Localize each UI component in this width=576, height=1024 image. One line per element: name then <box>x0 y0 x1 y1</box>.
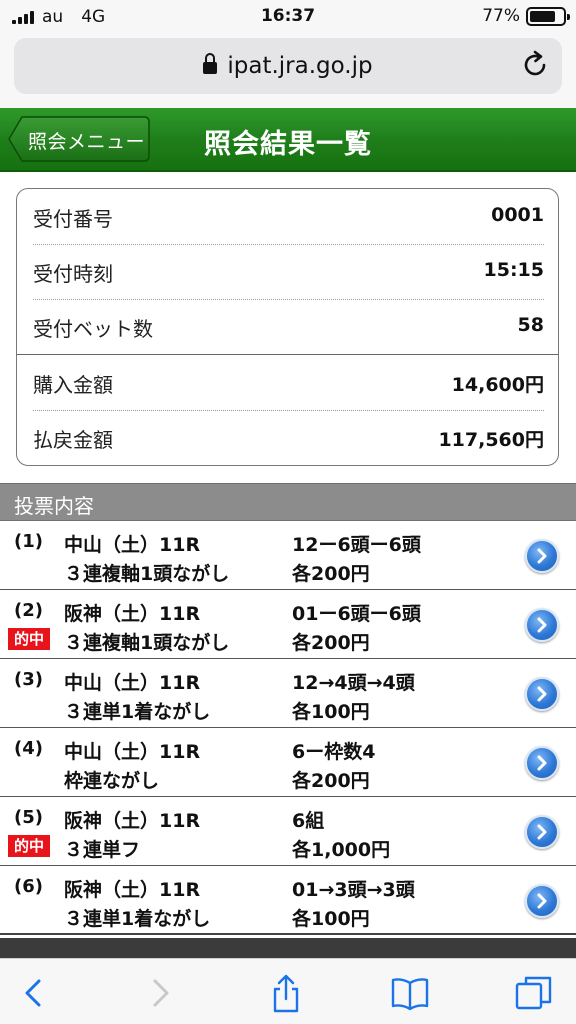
bet-combination: 6ー枠数4 <box>292 741 376 763</box>
bet-race: 阪神（土）11R <box>64 603 201 625</box>
bet-amount: 各100円 <box>292 701 370 723</box>
battery-icon <box>526 6 570 26</box>
summary-label: 受付時刻 <box>33 262 113 286</box>
reload-icon[interactable] <box>520 50 550 80</box>
bet-row[interactable]: (2) 的中 阪神（土）11R ３連複軸1頭ながし 01ー6頭ー6頭 各200円 <box>0 590 576 659</box>
bet-type: 枠連ながし <box>64 770 160 792</box>
hit-badge: 的中 <box>8 628 50 650</box>
bet-row[interactable]: (4) 中山（土）11R 枠連ながし 6ー枠数4 各200円 <box>0 728 576 797</box>
summary-card: 受付番号 0001 受付時刻 15:15 受付ベット数 58 購入金額 14,6… <box>16 188 559 466</box>
battery-percent: 77% <box>482 6 520 26</box>
bet-amount: 各200円 <box>292 770 370 792</box>
bet-list: (1) 中山（土）11R ３連複軸1頭ながし 12ー6頭ー6頭 各200円 (2… <box>0 521 576 935</box>
status-bar: au 4G 16:37 77% <box>0 0 576 34</box>
summary-row-receipt-time: 受付時刻 15:15 <box>33 244 544 298</box>
summary-value: 58 <box>517 314 544 336</box>
share-icon[interactable] <box>266 973 306 1013</box>
tabs-icon[interactable] <box>514 973 554 1013</box>
bet-row[interactable]: (6) 阪神（土）11R ３連単1着ながし 01→3頭→3頭 各100円 <box>0 866 576 935</box>
bet-race: 中山（土）11R <box>64 534 201 556</box>
footer-stripe <box>0 938 576 958</box>
bookmarks-icon[interactable] <box>390 973 430 1013</box>
bet-combination: 01ー6頭ー6頭 <box>292 603 421 625</box>
summary-label: 受付ベット数 <box>33 317 153 341</box>
bet-row[interactable]: (3) 中山（土）11R ３連単1着ながし 12→4頭→4頭 各100円 <box>0 659 576 728</box>
bet-amount: 各1,000円 <box>292 839 391 861</box>
chevron-right-icon[interactable] <box>525 884 559 918</box>
bet-row[interactable]: (1) 中山（土）11R ３連複軸1頭ながし 12ー6頭ー6頭 各200円 <box>0 521 576 590</box>
bet-number: (6) <box>14 876 43 897</box>
page-title: 照会結果一覧 <box>204 129 372 160</box>
bet-type: ３連複軸1頭ながし <box>64 632 230 654</box>
bet-number: (4) <box>14 738 43 759</box>
bet-type: ３連複軸1頭ながし <box>64 563 230 585</box>
page-header: 照会メニュー 照会結果一覧 <box>0 108 576 172</box>
url-text: ipat.jra.go.jp <box>227 53 373 79</box>
browser-toolbar <box>0 958 576 1024</box>
summary-label: 購入金額 <box>33 373 113 397</box>
back-icon[interactable] <box>14 973 54 1013</box>
address-bar[interactable]: ipat.jra.go.jp <box>14 38 562 94</box>
bet-number: (2) <box>14 600 43 621</box>
bet-race: 中山（土）11R <box>64 672 201 694</box>
summary-value: 14,600円 <box>451 374 544 396</box>
bet-amount: 各100円 <box>292 908 370 930</box>
section-title: 投票内容 <box>14 494 94 518</box>
forward-icon[interactable] <box>140 973 180 1013</box>
section-header: 投票内容 <box>0 483 576 521</box>
bet-type: ３連単フ <box>64 839 141 861</box>
summary-row-payout-amount: 払戻金額 117,560円 <box>33 410 544 464</box>
chevron-right-icon[interactable] <box>525 677 559 711</box>
bet-number: (3) <box>14 669 43 690</box>
chevron-right-icon[interactable] <box>525 815 559 849</box>
chevron-right-icon[interactable] <box>525 746 559 780</box>
bet-amount: 各200円 <box>292 632 370 654</box>
bet-number: (5) <box>14 807 43 828</box>
bet-race: 阪神（土）11R <box>64 879 201 901</box>
chevron-right-icon[interactable] <box>525 539 559 573</box>
bet-combination: 12ー6頭ー6頭 <box>292 534 421 556</box>
chevron-right-icon[interactable] <box>525 608 559 642</box>
bet-type: ３連単1着ながし <box>64 908 211 930</box>
lock-icon <box>203 53 218 74</box>
summary-value: 15:15 <box>483 259 544 281</box>
bet-number: (1) <box>14 531 43 552</box>
bet-race: 阪神（土）11R <box>64 810 201 832</box>
summary-label: 払戻金額 <box>33 428 113 452</box>
bet-combination: 01→3頭→3頭 <box>292 879 415 901</box>
summary-row-bet-count: 受付ベット数 58 <box>33 299 544 353</box>
summary-row-receipt-number: 受付番号 0001 <box>33 189 544 243</box>
bet-combination: 6組 <box>292 810 325 832</box>
summary-label: 受付番号 <box>33 207 113 231</box>
bet-race: 中山（土）11R <box>64 741 201 763</box>
browser-chrome: ipat.jra.go.jp <box>0 34 576 108</box>
summary-value: 117,560円 <box>438 429 544 451</box>
status-right: 77% <box>482 6 570 26</box>
hit-badge: 的中 <box>8 835 50 857</box>
bet-amount: 各200円 <box>292 563 370 585</box>
summary-row-purchase-amount: 購入金額 14,600円 <box>33 355 544 409</box>
bet-type: ３連単1着ながし <box>64 701 211 723</box>
summary-value: 0001 <box>491 204 544 226</box>
bet-row[interactable]: (5) 的中 阪神（土）11R ３連単フ 6組 各1,000円 <box>0 797 576 866</box>
bet-combination: 12→4頭→4頭 <box>292 672 415 694</box>
